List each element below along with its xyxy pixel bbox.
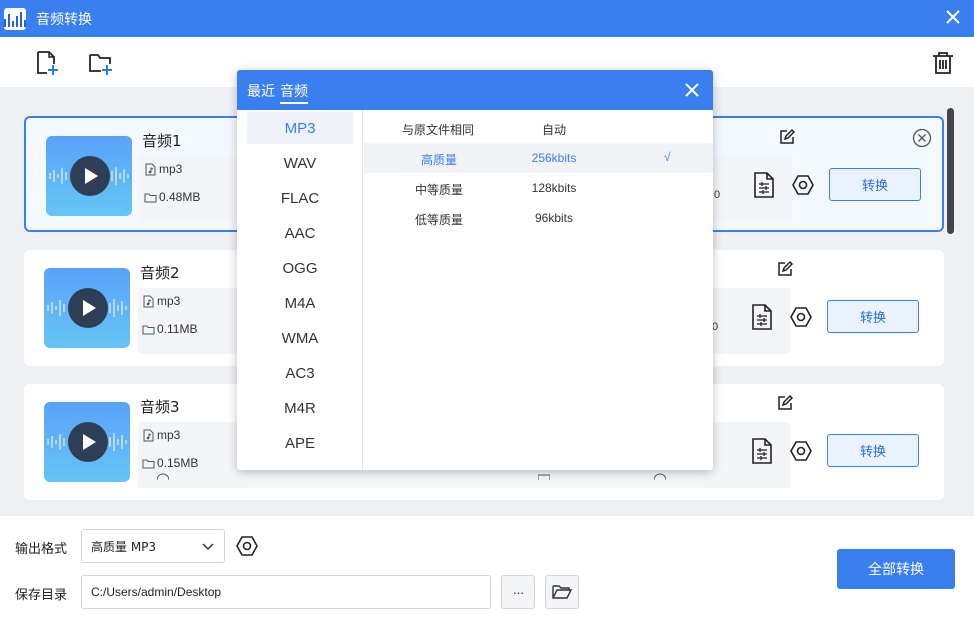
file-size: 0.11MB (157, 322, 198, 336)
clock-icon (157, 473, 169, 480)
format-item[interactable]: M4R (247, 392, 353, 424)
size-meta: 0.15MB (142, 456, 198, 470)
trash-icon[interactable] (930, 50, 956, 76)
quality-row[interactable]: 低等质量 96kbits (364, 203, 713, 233)
check-icon: √ (664, 150, 671, 164)
format-item[interactable]: M4A (247, 287, 353, 319)
quality-name: 中等质量 (414, 183, 463, 197)
format-list: MP3 WAV FLAC AAC OGG M4A WMA AC3 M4R APE (237, 110, 363, 470)
format-item[interactable]: OGG (247, 252, 353, 284)
output-info-fragment: 0 (714, 189, 721, 201)
format-item[interactable]: FLAC (247, 182, 353, 214)
output-format-select[interactable]: 高质量 MP3 (81, 529, 225, 563)
edit-icon[interactable] (776, 260, 794, 278)
file-size: 0.15MB (157, 456, 199, 470)
audio-thumbnail (46, 136, 132, 216)
save-dir-input[interactable] (81, 575, 491, 609)
format-item[interactable]: WMA (247, 322, 353, 354)
music-file-icon (143, 429, 154, 441)
folder-icon (144, 193, 157, 202)
audio-thumbnail (44, 402, 130, 482)
clock-icon (654, 473, 666, 480)
app-title: 音频转换 (36, 11, 92, 28)
file-format: mp3 (157, 294, 181, 308)
gear-icon[interactable] (790, 440, 812, 462)
tab-recent[interactable]: 最近 (247, 81, 275, 101)
file-format: mp3 (157, 428, 181, 442)
format-item[interactable]: APE (247, 427, 353, 459)
add-folder-icon[interactable] (88, 50, 114, 76)
gear-icon[interactable] (790, 306, 812, 328)
format-item[interactable]: MP3 (247, 112, 353, 144)
close-icon[interactable] (685, 83, 699, 97)
music-file-icon (143, 295, 154, 307)
quality-row[interactable]: 高质量 256kbits √ (364, 143, 713, 173)
file-name: 音频2 (140, 264, 180, 282)
quality-header-name: 与原文件相同 (402, 123, 475, 137)
quality-name: 高质量 (420, 153, 457, 167)
save-dir-label: 保存目录 (15, 588, 68, 603)
edit-icon[interactable] (778, 128, 796, 146)
quality-rate: 96kbits (534, 211, 574, 225)
format-meta: mp3 (142, 294, 180, 308)
music-file-icon (145, 163, 156, 175)
quality-header-rate: 自动 (542, 123, 567, 137)
output-format-label: 输出格式 (15, 542, 68, 557)
convert-all-button[interactable]: 全部转换 (837, 549, 955, 589)
gear-icon[interactable] (792, 174, 814, 196)
play-button[interactable] (68, 288, 108, 328)
quality-rate: 256kbits (531, 151, 577, 165)
size-meta: 0.48MB (144, 190, 200, 204)
output-settings-icon[interactable] (751, 438, 773, 464)
format-item[interactable]: AC3 (247, 357, 353, 389)
open-folder-icon (552, 585, 572, 599)
file-size: 0.48MB (159, 190, 201, 204)
close-icon[interactable] (944, 8, 962, 26)
folder-icon (142, 459, 155, 468)
scrollbar[interactable] (947, 108, 954, 234)
edit-icon[interactable] (776, 394, 794, 412)
file-name: 音频3 (140, 398, 180, 416)
size-meta: 0.11MB (142, 322, 197, 336)
folder-icon (538, 474, 550, 480)
open-folder-button[interactable] (545, 575, 579, 609)
gear-icon[interactable] (236, 535, 258, 557)
add-file-icon[interactable] (34, 50, 60, 76)
file-name: 音频1 (142, 132, 182, 150)
format-item[interactable]: AAC (247, 217, 353, 249)
play-button[interactable] (70, 156, 110, 196)
output-settings-icon[interactable] (753, 172, 775, 198)
app-logo-icon (4, 7, 26, 30)
file-format: mp3 (159, 162, 183, 176)
output-format-value: 高质量 MP3 (91, 539, 157, 554)
browse-button[interactable]: ··· (501, 575, 535, 609)
remove-file-icon[interactable] (912, 128, 932, 148)
format-popup: 最近 音频 MP3 WAV FLAC AAC OGG M4A WMA AC3 M… (237, 70, 713, 470)
more-icon: ··· (512, 584, 525, 600)
output-settings-icon[interactable] (751, 304, 773, 330)
format-item[interactable]: WAV (247, 147, 353, 179)
quality-row[interactable]: 中等质量 128kbits (364, 173, 713, 203)
convert-button[interactable]: 转换 (827, 434, 919, 467)
convert-button[interactable]: 转换 (829, 168, 921, 201)
quality-rate: 128kbits (531, 181, 577, 195)
output-panel: 输出格式 高质量 MP3 保存目录 ··· 全部转换 (0, 516, 974, 619)
quality-name: 低等质量 (414, 213, 463, 227)
folder-icon (142, 325, 155, 334)
format-meta: mp3 (142, 428, 180, 442)
title-bar: 音频转换 (0, 0, 974, 37)
chevron-down-icon (202, 543, 214, 551)
tab-audio[interactable]: 音频 (280, 81, 308, 104)
play-button[interactable] (68, 422, 108, 462)
audio-thumbnail (44, 268, 130, 348)
convert-button[interactable]: 转换 (827, 300, 919, 333)
format-meta: mp3 (144, 162, 182, 176)
popup-header: 最近 音频 (237, 70, 713, 110)
